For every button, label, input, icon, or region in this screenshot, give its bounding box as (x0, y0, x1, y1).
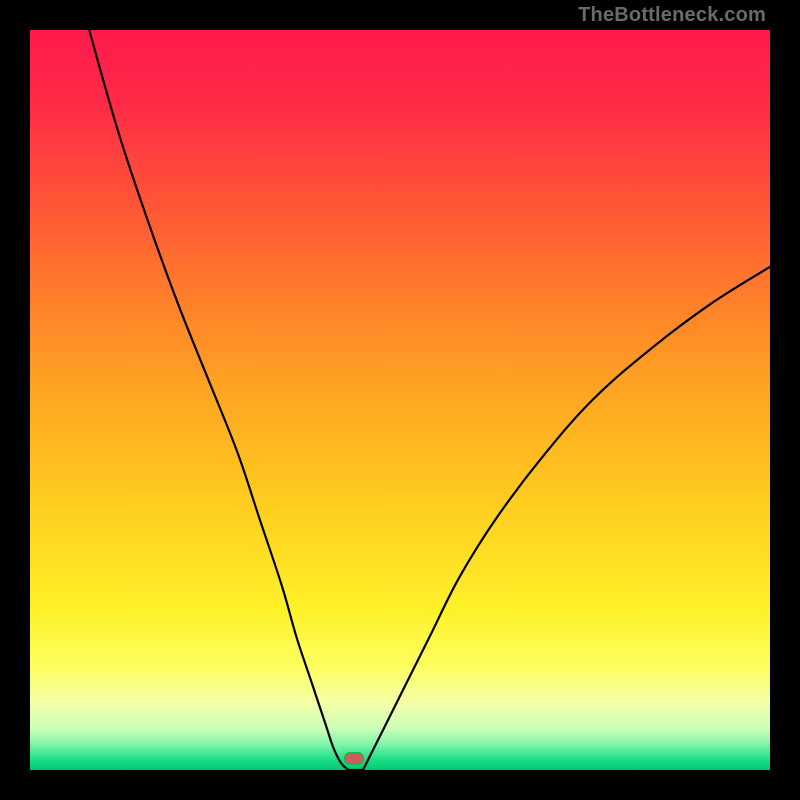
watermark-text: TheBottleneck.com (578, 4, 766, 27)
bottleneck-curve (30, 30, 770, 770)
optimal-point-marker (344, 752, 364, 765)
plot-area (30, 30, 770, 770)
chart-frame: TheBottleneck.com (0, 0, 800, 800)
